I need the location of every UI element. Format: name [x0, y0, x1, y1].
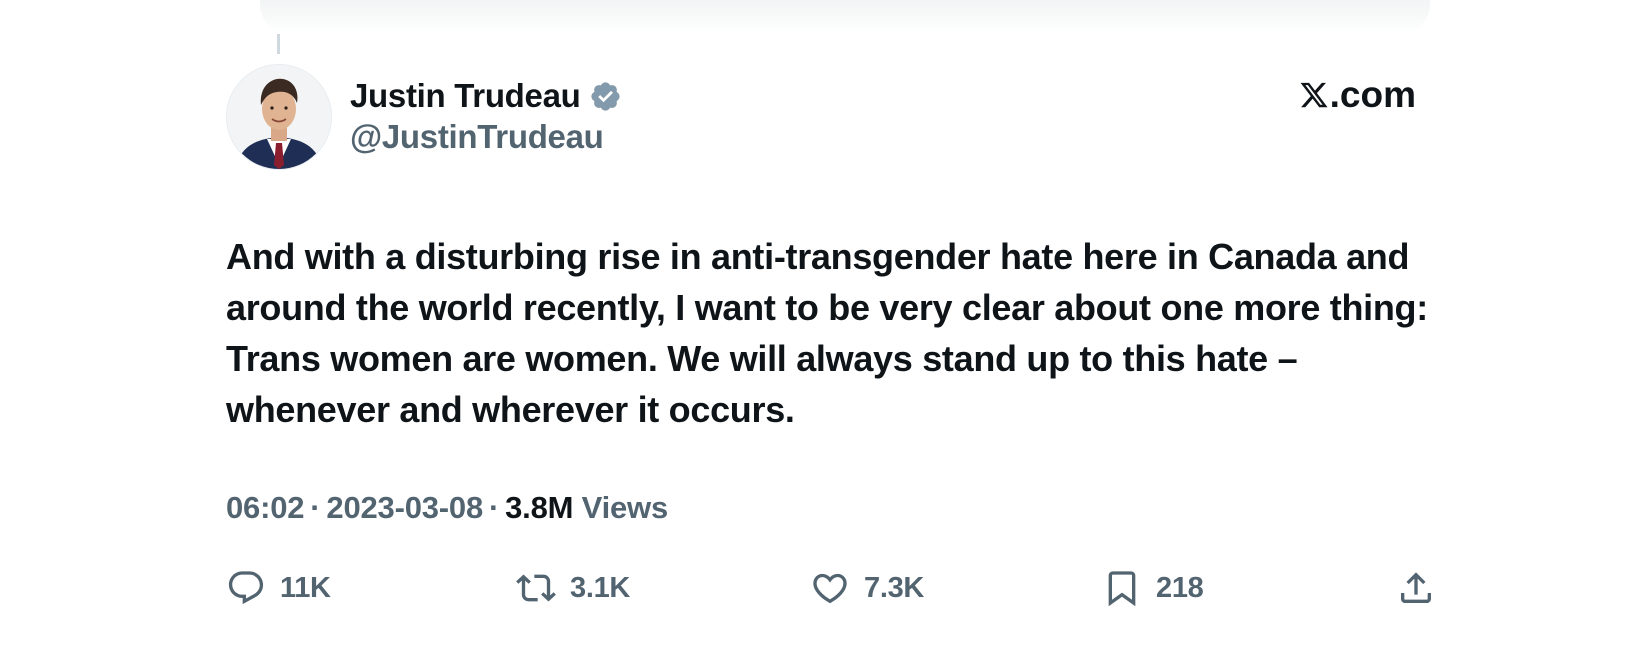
views-count: 3.8M [505, 490, 574, 525]
bookmark-count: 218 [1156, 571, 1204, 604]
avatar[interactable] [226, 64, 332, 170]
author-name-row: Justin Trudeau [350, 76, 622, 116]
x-logo-icon [1300, 82, 1328, 108]
tweet-text: And with a disturbing rise in anti-trans… [226, 236, 1428, 430]
bookmark-icon [1108, 571, 1136, 607]
meta-separator: · [310, 490, 321, 525]
site-brand[interactable]: .com [1299, 74, 1416, 116]
tweet-actions-bar: 11K 3.1K 7.3K 218 [226, 564, 1436, 612]
share-icon [1401, 572, 1431, 603]
verified-badge-icon [589, 80, 622, 113]
tweet-card: Justin Trudeau @JustinTrudeau .com And w… [0, 0, 1626, 651]
tweet-date[interactable]: 2023-03-08 [326, 490, 483, 525]
retweet-icon [516, 574, 556, 602]
tweet-time[interactable]: 06:02 [226, 490, 304, 525]
bookmark-button[interactable]: 218 [1102, 564, 1204, 612]
reply-icon [228, 571, 264, 605]
author-handle[interactable]: @JustinTrudeau [350, 118, 604, 156]
meta-separator: · [489, 490, 500, 525]
site-brand-label: .com [1329, 74, 1416, 115]
reply-button[interactable]: 11K [226, 564, 331, 612]
like-button[interactable]: 7.3K [810, 564, 924, 612]
author-name[interactable]: Justin Trudeau [350, 77, 581, 115]
like-count: 7.3K [864, 571, 925, 604]
retweet-button[interactable]: 3.1K [516, 564, 630, 612]
tweet-meta: 06:02 · 2023-03-08 · 3.8M Views [226, 490, 668, 526]
retweet-count: 3.1K [570, 571, 631, 604]
profile-photo-icon [227, 65, 331, 169]
thread-connector-line [277, 34, 280, 54]
reply-count: 11K [280, 571, 331, 604]
views-label: Views [581, 490, 669, 525]
share-button[interactable] [1396, 564, 1436, 612]
previous-tweet-edge [260, 0, 1430, 34]
heart-icon [813, 573, 847, 604]
